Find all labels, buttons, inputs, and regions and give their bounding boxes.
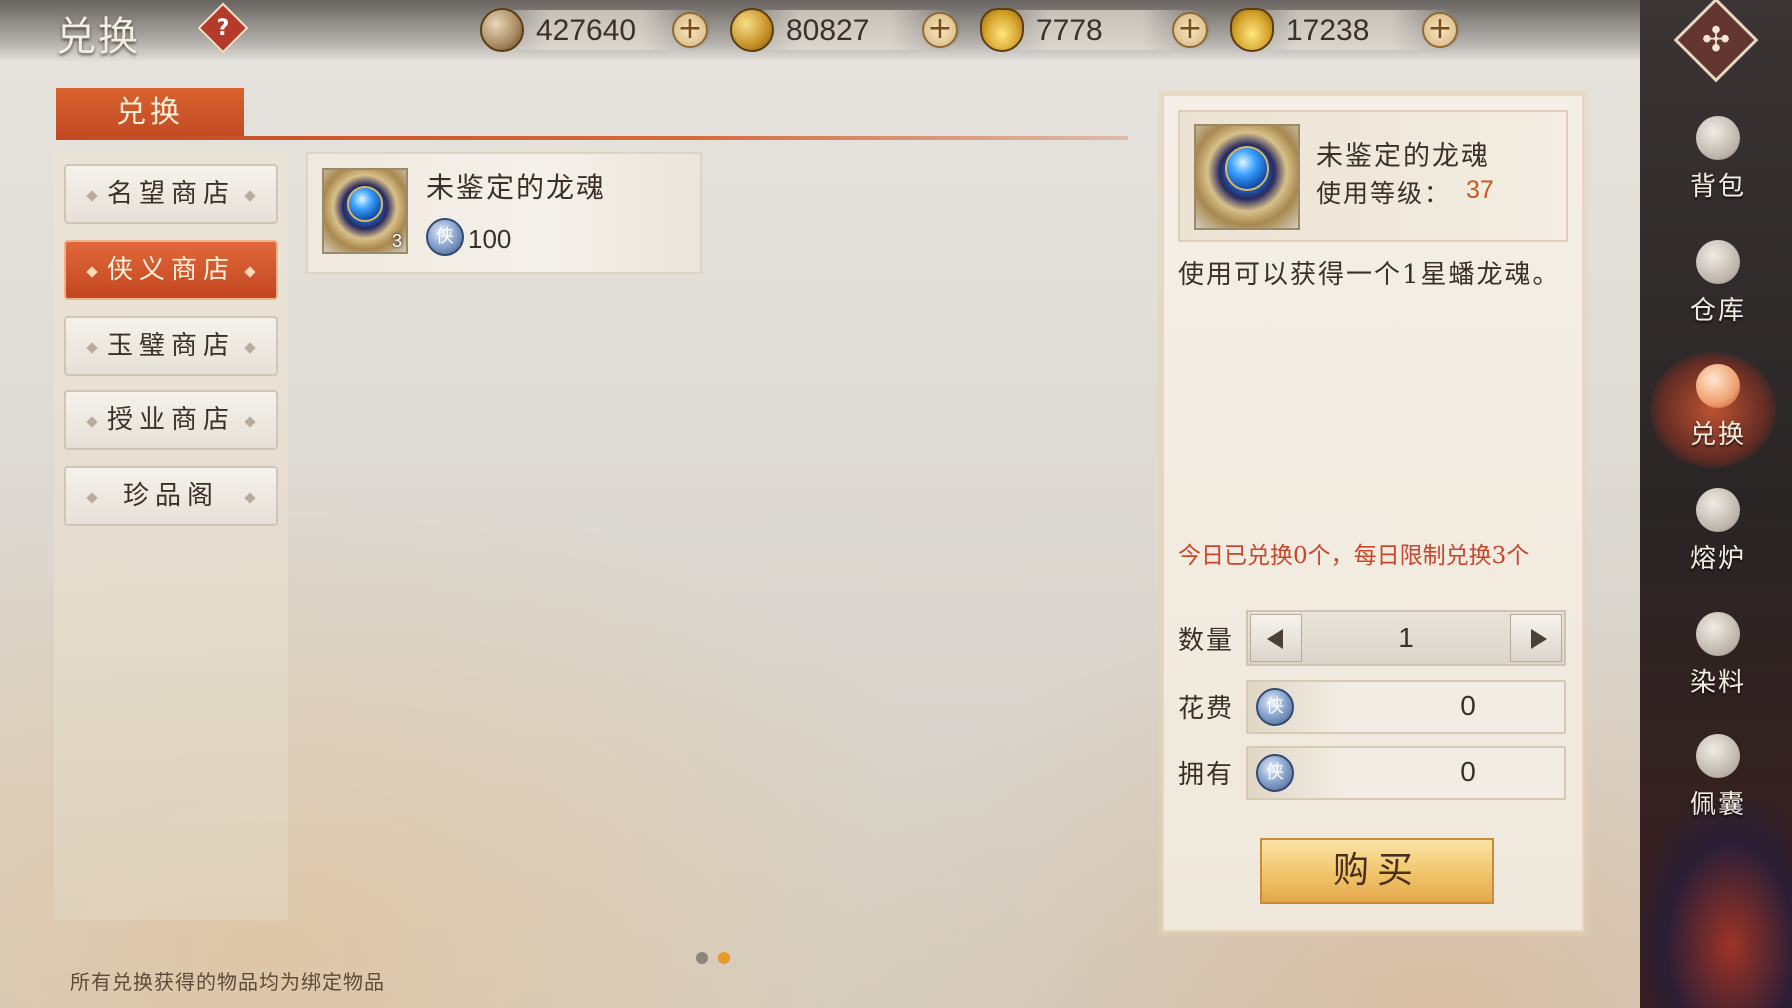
dragon-soul-icon [1194,124,1300,230]
add-bound-ingot-button[interactable]: + [1172,12,1208,48]
diamond-icon [244,492,256,504]
diamond-icon [244,266,256,278]
help-icon-glyph: ? [216,15,230,41]
shop-chivalry[interactable]: 侠义商店 [64,240,278,300]
cost-box: 侠 0 [1246,680,1566,734]
copper-coin-icon [480,8,524,52]
detail-item-name: 未鉴定的龙魂 [1316,141,1490,172]
detail-level-label: 使用等级： [1316,179,1452,208]
own-label: 拥有 [1178,760,1235,790]
chivalry-token-icon: 侠 [1256,754,1294,792]
diamond-icon [86,266,98,278]
detail-panel: 未鉴定的龙魂 使用等级： 37 使用可以获得一个1星蟠龙魂。 今日已兑换0个，每… [1162,94,1584,932]
shop-chivalry-label: 侠义商店 [106,255,235,285]
add-gold-button[interactable]: + [922,12,958,48]
bound-ingot-icon [980,8,1024,52]
diamond-icon [244,342,256,354]
sidebar-item-label: 佩囊 [1689,790,1746,820]
cost-value: 0 [1460,690,1476,721]
diamond-icon [244,416,256,428]
diamond-icon [86,342,98,354]
diamond-icon [244,190,256,202]
page-title: 兑换 [56,14,140,60]
tab-exchange[interactable]: 兑换 [56,88,244,138]
currency-gold: 80827 + [730,8,960,52]
item-card[interactable]: 3 未鉴定的龙魂 侠 100 [306,152,702,274]
currency-bound-ingot: 7778 + [980,8,1210,52]
sidebar-item-exchange[interactable]: 兑换 [1650,352,1776,468]
quantity-input[interactable] [1306,614,1506,662]
shop-treasure[interactable]: 珍品阁 [64,466,278,526]
shop-jade-label: 玉璧商店 [106,331,235,361]
add-copper-button[interactable]: + [672,12,708,48]
sidebar-item-label: 仓库 [1689,296,1746,326]
increase-quantity-button[interactable] [1510,614,1562,662]
sidebar-item-warehouse[interactable]: 仓库 [1670,236,1766,336]
gold-coin-icon [730,8,774,52]
currency-gold-value: 80827 [786,14,870,47]
warehouse-icon [1696,240,1740,284]
shop-jade[interactable]: 玉璧商店 [64,316,278,376]
currency-gold-ingot-value: 17238 [1286,14,1370,47]
dragon-decoration [1640,800,1792,1008]
currency-copper-value: 427640 [536,14,637,47]
item-price: 100 [468,224,512,254]
diamond-icon [86,416,98,428]
backpack-icon [1696,116,1740,160]
item-count: 3 [391,231,402,251]
gem-icon [346,186,384,223]
detail-header: 未鉴定的龙魂 使用等级： 37 [1178,110,1568,242]
shop-fame[interactable]: 名望商店 [64,164,278,224]
decrease-quantity-button[interactable] [1250,614,1302,662]
page-dot-2[interactable] [718,952,730,964]
shop-teaching-label: 授业商店 [106,405,235,435]
pouch-icon [1696,734,1740,778]
shop-teaching[interactable]: 授业商店 [64,390,278,450]
add-gold-ingot-button[interactable]: + [1422,12,1458,48]
sidebar-item-label: 背包 [1689,172,1746,202]
page-dot-1[interactable] [696,952,708,964]
quantity-label: 数量 [1178,626,1235,656]
sidebar-item-pouch[interactable]: 佩囊 [1670,730,1766,830]
chivalry-token-icon: 侠 [426,218,464,256]
own-value: 0 [1460,756,1476,787]
corner-icon-glyph: ✣ [1701,20,1731,60]
shop-list: 名望商店 侠义商店 玉璧商店 授业商店 珍品阁 [54,150,288,920]
exchange-icon [1696,364,1740,408]
gold-ingot-icon [1230,8,1274,52]
footer-note: 所有兑换获得的物品均为绑定物品 [70,970,385,994]
diamond-icon [86,492,98,504]
sidebar-item-label: 熔炉 [1689,544,1746,574]
tab-underline [56,136,1128,140]
arrow-right-icon [1531,629,1547,649]
furnace-icon [1696,488,1740,532]
gem-icon [1224,146,1270,192]
shop-treasure-label: 珍品阁 [122,481,219,511]
shop-fame-label: 名望商店 [106,179,235,209]
currency-copper: 427640 + [480,8,710,52]
sidebar-item-backpack[interactable]: 背包 [1670,112,1766,212]
sidebar-item-label: 兑换 [1689,420,1746,450]
detail-level-value: 37 [1466,176,1494,204]
diamond-icon [86,190,98,202]
arrow-left-icon [1267,629,1283,649]
buy-button[interactable]: 购买 [1260,838,1494,904]
currency-bound-ingot-value: 7778 [1036,14,1103,47]
sidebar-item-label: 染料 [1689,668,1746,698]
sidebar-item-dye[interactable]: 染料 [1670,608,1766,708]
sidebar-item-furnace[interactable]: 熔炉 [1670,484,1766,584]
item-name: 未鉴定的龙魂 [426,171,607,204]
dragon-soul-icon: 3 [322,168,408,254]
quantity-stepper [1246,610,1566,666]
detail-description: 使用可以获得一个1星蟠龙魂。 [1178,260,1561,290]
chivalry-token-icon: 侠 [1256,688,1294,726]
exchange-limit-text: 今日已兑换0个，每日限制兑换3个 [1178,543,1530,569]
dye-icon [1696,612,1740,656]
own-box: 侠 0 [1246,746,1566,800]
currency-gold-ingot: 17238 + [1230,8,1460,52]
cost-label: 花费 [1178,694,1235,724]
